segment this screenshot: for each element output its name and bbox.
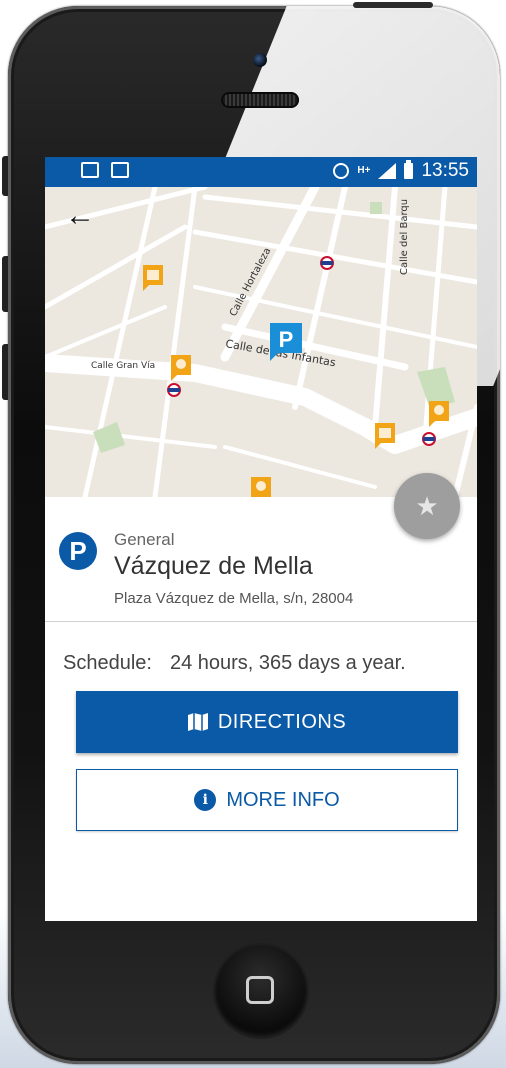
status-bar: H+ 13:55 [45, 157, 477, 187]
front-camera [253, 53, 267, 67]
volume-up-button [2, 256, 8, 312]
phone-frame: H+ 13:55 Calle Hortaleza Calle de las In… [2, 2, 500, 1064]
map-canvas: Calle Hortaleza Calle de las Infantas Ca… [45, 187, 477, 497]
directions-button[interactable]: DIRECTIONS [76, 691, 458, 753]
notification-icon [81, 162, 99, 178]
theater-poi-icon[interactable] [251, 477, 271, 497]
directions-label: DIRECTIONS [217, 710, 347, 733]
battery-icon [404, 160, 414, 179]
back-arrow-icon[interactable]: ← [65, 201, 95, 231]
home-button[interactable] [215, 945, 307, 1037]
more-info-label: MORE INFO [226, 788, 340, 811]
schedule-value: 24 hours, 365 days a year. [169, 652, 406, 674]
more-info-button[interactable]: i MORE INFO [76, 769, 458, 831]
metro-icon[interactable] [422, 432, 436, 446]
schedule-row: Schedule: 24 hours, 365 days a year. [63, 652, 406, 675]
mute-switch [2, 156, 8, 196]
street-label-granvia: Calle Gran Vía [91, 361, 155, 371]
info-icon: i [194, 789, 217, 811]
image-icon [111, 162, 129, 178]
place-address: Plaza Vázquez de Mella, s/n, 28004 [114, 590, 354, 607]
schedule-label: Schedule: [63, 652, 152, 674]
street-label-barquillo: Calle del Barqu [399, 199, 410, 275]
map-icon [187, 713, 208, 731]
place-category: General [114, 530, 175, 549]
museum-poi-icon[interactable] [143, 265, 163, 291]
signal-icon [378, 163, 397, 179]
place-name: Vázquez de Mella [114, 552, 313, 580]
power-button [353, 2, 433, 8]
metro-icon[interactable] [320, 256, 334, 270]
parking-marker-label: P [279, 327, 294, 352]
place-info-card: P General Vázquez de Mella Plaza Vázquez… [45, 497, 477, 622]
earpiece-speaker [221, 92, 299, 108]
home-square-icon [246, 976, 274, 1004]
metro-icon[interactable] [167, 383, 181, 397]
clock-time: 13:55 [421, 160, 469, 181]
app-screen: H+ 13:55 Calle Hortaleza Calle de las In… [45, 157, 477, 921]
parking-badge-icon: P [59, 532, 97, 570]
map-view[interactable]: Calle Hortaleza Calle de las Infantas Ca… [45, 187, 477, 497]
alarm-icon [333, 163, 350, 179]
volume-down-button [2, 344, 8, 400]
network-type: H+ [357, 165, 371, 176]
